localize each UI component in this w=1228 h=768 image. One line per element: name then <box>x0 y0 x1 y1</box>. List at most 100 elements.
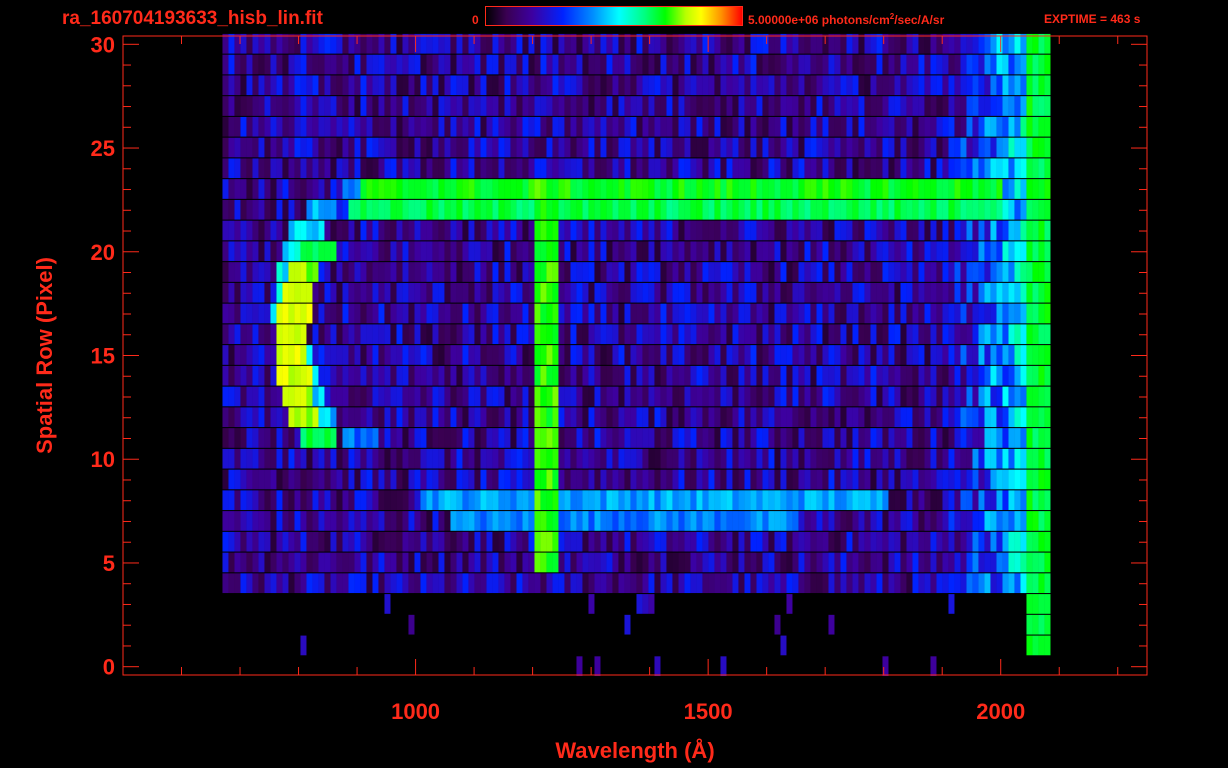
heatmap-cell <box>318 324 325 345</box>
heatmap-cell <box>342 33 349 54</box>
heatmap-cell <box>696 96 703 116</box>
heatmap-cell <box>330 241 337 262</box>
heatmap-cell <box>948 345 955 365</box>
heatmap-cell <box>462 137 469 158</box>
heatmap-cell <box>504 116 511 137</box>
heatmap-cell <box>474 262 481 282</box>
heatmap-cell <box>732 573 739 594</box>
heatmap-cell <box>504 137 511 158</box>
heatmap-cell <box>510 241 517 262</box>
heatmap-cell <box>246 386 253 407</box>
heatmap-cell <box>324 490 331 511</box>
heatmap-cell <box>306 75 313 96</box>
heatmap-cell <box>462 96 469 116</box>
heatmap-cell <box>804 448 811 469</box>
heatmap-cell <box>840 428 847 448</box>
heatmap-cell <box>240 552 247 573</box>
heatmap-cell <box>228 324 235 345</box>
heatmap-cell <box>1044 116 1051 137</box>
heatmap-cell <box>432 345 439 365</box>
heatmap-cell <box>792 386 799 407</box>
heatmap-cell <box>552 158 559 179</box>
heatmap-cell <box>492 241 499 262</box>
heatmap-cell <box>822 220 829 241</box>
heatmap-cell <box>594 552 601 573</box>
heatmap-cell <box>744 490 751 511</box>
heatmap-cell <box>960 448 967 469</box>
heatmap-cell <box>864 54 871 75</box>
heatmap-cell <box>576 137 583 158</box>
heatmap-cell <box>366 573 373 594</box>
heatmap-cell <box>984 282 991 303</box>
heatmap-cell <box>978 573 985 594</box>
heatmap-cell <box>258 75 265 96</box>
heatmap-cell <box>570 511 577 531</box>
heatmap-cell <box>624 490 631 511</box>
heatmap-cell <box>780 33 787 54</box>
heatmap-cell <box>438 116 445 137</box>
heatmap-cell <box>534 386 541 407</box>
heatmap-cell <box>966 511 973 531</box>
heatmap-cell <box>732 531 739 552</box>
heatmap-cell <box>708 365 715 386</box>
heatmap-cell <box>1020 386 1027 407</box>
heatmap-cell <box>354 469 361 490</box>
heatmap-cell <box>840 345 847 365</box>
heatmap-cell <box>816 220 823 241</box>
heatmap-cell <box>930 241 937 262</box>
heatmap-cell <box>660 158 667 179</box>
heatmap-cell <box>738 241 745 262</box>
heatmap-cell <box>1032 345 1039 365</box>
heatmap-cell <box>774 531 781 552</box>
heatmap-cell <box>450 531 457 552</box>
heatmap-cell <box>942 158 949 179</box>
heatmap-cell <box>720 531 727 552</box>
heatmap-cell <box>672 386 679 407</box>
heatmap-cell <box>612 116 619 137</box>
heatmap-cell <box>834 220 841 241</box>
heatmap-cell <box>1014 448 1021 469</box>
heatmap-cell <box>756 137 763 158</box>
heatmap-cell <box>846 199 853 220</box>
heatmap-cell <box>1038 594 1045 614</box>
heatmap-cell <box>450 448 457 469</box>
heatmap-cell <box>1026 594 1033 614</box>
heatmap-cell <box>366 490 373 511</box>
heatmap-cell <box>744 386 751 407</box>
heatmap-cell <box>876 262 883 282</box>
heatmap-cell <box>396 552 403 573</box>
heatmap-cell <box>594 158 601 179</box>
heatmap-cell <box>492 386 499 407</box>
heatmap-cell <box>240 199 247 220</box>
heatmap-cell <box>354 303 361 324</box>
heatmap-cell <box>930 573 937 594</box>
heatmap-cell <box>462 33 469 54</box>
heatmap-cell <box>288 552 295 573</box>
heatmap-cell <box>408 75 415 96</box>
heatmap-cell <box>864 199 871 220</box>
heatmap-cell <box>222 469 229 490</box>
heatmap-cell <box>912 428 919 448</box>
heatmap-cell <box>810 179 817 199</box>
heatmap-cell <box>666 96 673 116</box>
heatmap-cell <box>588 220 595 241</box>
heatmap-cell <box>774 345 781 365</box>
heatmap-cell <box>1014 179 1021 199</box>
heatmap-cell <box>918 490 925 511</box>
heatmap-cell <box>612 54 619 75</box>
heatmap-cell <box>786 469 793 490</box>
heatmap-cell <box>342 262 349 282</box>
heatmap-cell <box>798 179 805 199</box>
heatmap-cell <box>486 303 493 324</box>
heatmap-cell <box>510 324 517 345</box>
heatmap-cell <box>858 220 865 241</box>
heatmap-cell <box>684 262 691 282</box>
heatmap-cell <box>288 33 295 54</box>
heatmap-cell <box>288 469 295 490</box>
heatmap-cell <box>372 220 379 241</box>
heatmap-cell <box>396 345 403 365</box>
heatmap-cell <box>324 179 331 199</box>
heatmap-cell <box>222 531 229 552</box>
heatmap-cell <box>336 448 343 469</box>
heatmap-cell <box>828 573 835 594</box>
